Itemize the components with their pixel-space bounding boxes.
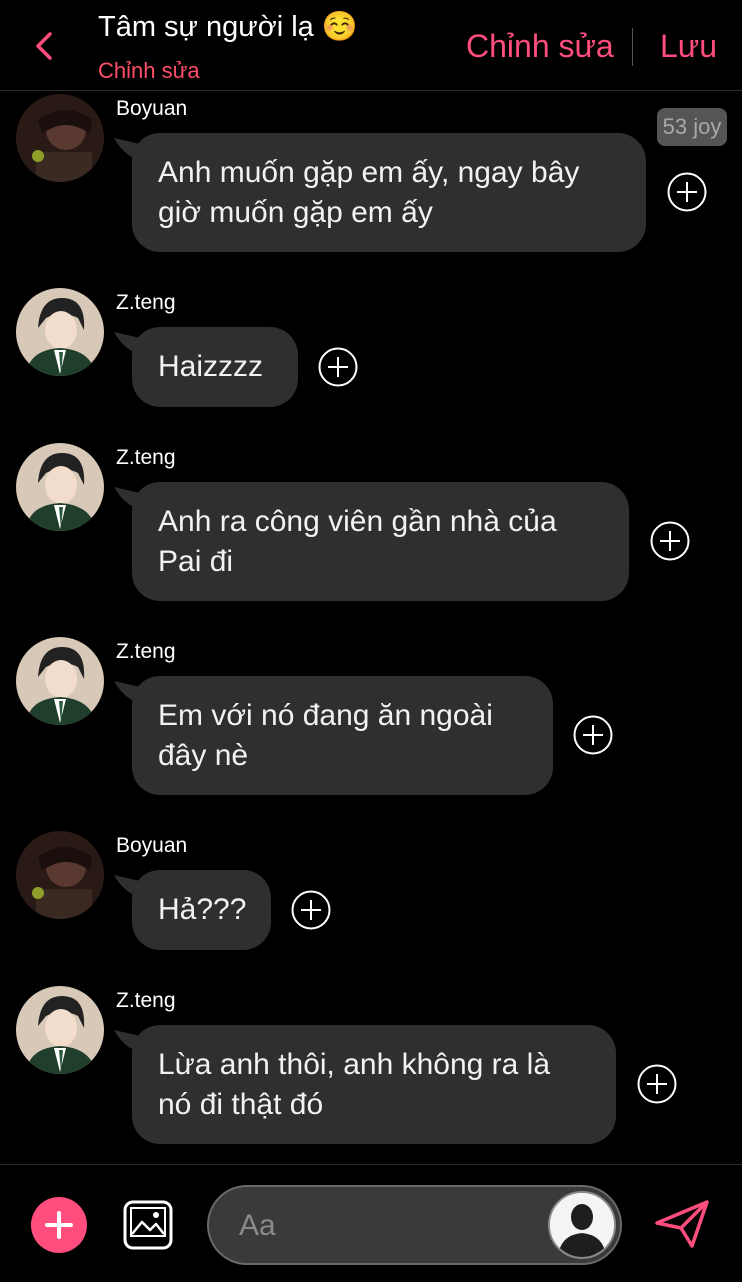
message-bubble[interactable]: Em với nó đang ăn ngoài đây nè: [132, 676, 553, 795]
edit-subtitle[interactable]: Chỉnh sửa: [98, 58, 200, 84]
composer-bar: [0, 1164, 742, 1282]
add-reaction-icon[interactable]: [318, 347, 358, 387]
edit-button[interactable]: Chỉnh sửa: [466, 28, 614, 65]
avatar-boyuan[interactable]: [16, 94, 104, 182]
add-button[interactable]: [31, 1197, 87, 1253]
chat-title: Tâm sự người lạ ☺️: [98, 11, 358, 43]
add-reaction-icon[interactable]: [667, 172, 707, 212]
message-bubble[interactable]: Anh muốn gặp em ấy, ngay bây giờ muốn gặ…: [132, 133, 646, 252]
send-icon[interactable]: [654, 1199, 710, 1249]
sender-name: Boyuan: [116, 97, 188, 120]
add-reaction-icon[interactable]: [650, 521, 690, 561]
sender-name: Z.teng: [116, 446, 176, 469]
message-input[interactable]: [237, 1201, 541, 1251]
message-bubble[interactable]: Hả???: [132, 870, 271, 950]
chevron-left-icon[interactable]: [28, 28, 64, 64]
avatar-zteng[interactable]: [16, 443, 104, 531]
add-reaction-icon[interactable]: [637, 1064, 677, 1104]
joy-badge: 53 joy: [657, 108, 727, 146]
sender-name: Z.teng: [116, 291, 176, 314]
avatar-zteng[interactable]: [16, 637, 104, 725]
sender-name: Z.teng: [116, 989, 176, 1012]
avatar-zteng[interactable]: [16, 986, 104, 1074]
header-divider: [632, 28, 633, 66]
add-reaction-icon[interactable]: [291, 890, 331, 930]
sender-name: Boyuan: [116, 834, 188, 857]
persona-avatar[interactable]: [548, 1191, 616, 1259]
person-silhouette-icon: [550, 1193, 614, 1257]
sender-name: Z.teng: [116, 640, 176, 663]
add-reaction-icon[interactable]: [573, 715, 613, 755]
message-input-wrapper: [207, 1185, 622, 1265]
save-button[interactable]: Lưu: [660, 28, 717, 65]
message-bubble[interactable]: Haizzzz: [132, 327, 298, 407]
plus-icon: [45, 1211, 73, 1239]
message-bubble[interactable]: Lừa anh thôi, anh không ra là nó đi thật…: [132, 1025, 616, 1144]
avatar-boyuan[interactable]: [16, 831, 104, 919]
message-bubble[interactable]: Anh ra công viên gần nhà của Pai đi: [132, 482, 629, 601]
avatar-zteng[interactable]: [16, 288, 104, 376]
image-icon[interactable]: [122, 1199, 174, 1251]
top-bar: Tâm sự người lạ ☺️ Chỉnh sửa Chỉnh sửa L…: [0, 0, 742, 91]
